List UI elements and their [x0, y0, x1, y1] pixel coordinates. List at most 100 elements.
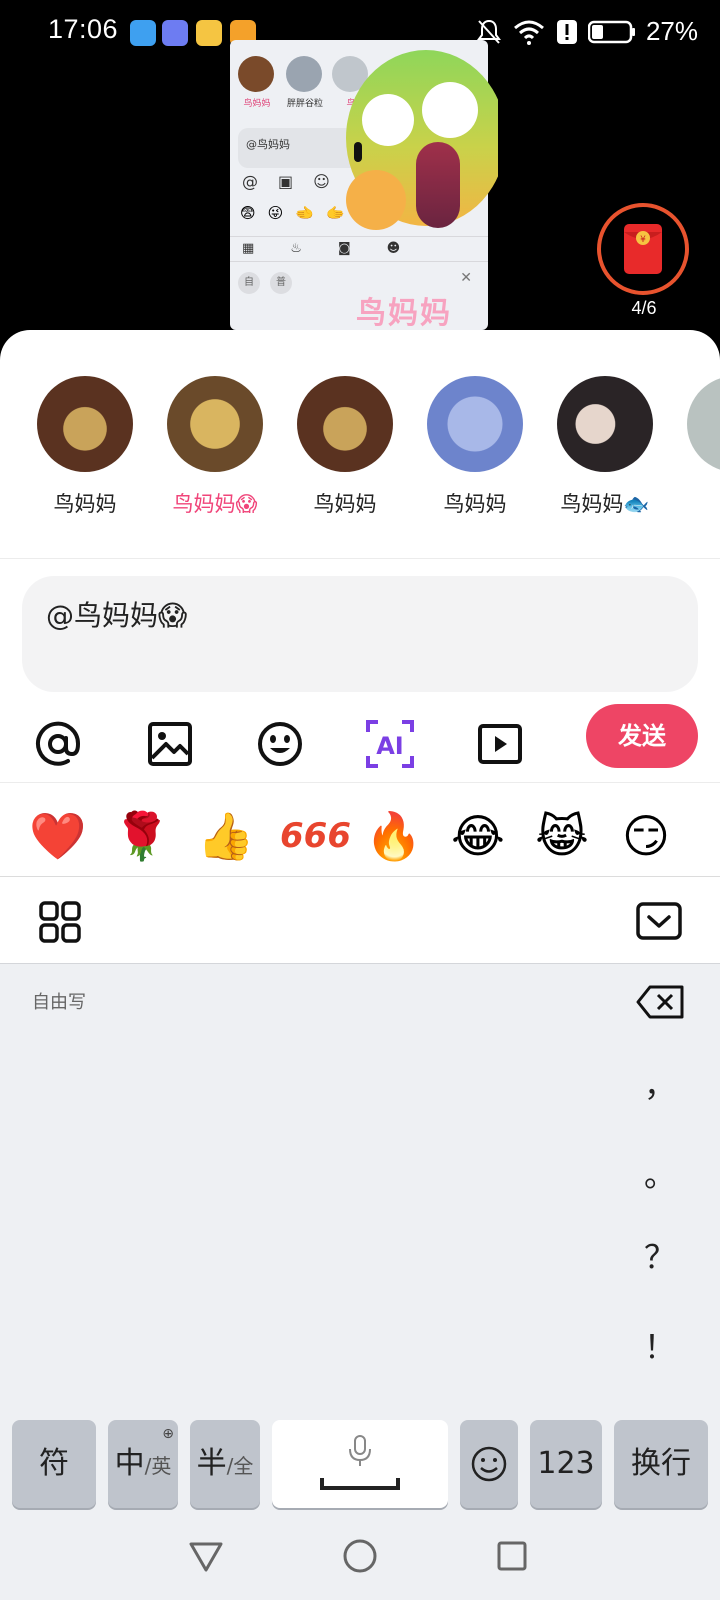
mention-suggestions[interactable]: 鸟妈妈 鸟妈妈😱 鸟妈妈 鸟妈妈 鸟妈妈🐟 鸟: [0, 330, 720, 560]
preview-sticker-text: 鸟妈妈: [356, 296, 452, 330]
preview-close-icon: ✕: [460, 270, 472, 286]
chinese-english-key[interactable]: 中/英 ⊕: [108, 1420, 178, 1508]
red-packet-counter: 4/6: [631, 298, 657, 318]
rolling-laugh-emoji[interactable]: 😹: [532, 806, 592, 866]
image-icon[interactable]: [144, 718, 196, 770]
messages-app-icon: [130, 20, 156, 46]
emoji-icon: [471, 1446, 507, 1482]
mention-name: 鸟妈妈: [443, 492, 507, 516]
browser-app-icon: [196, 20, 222, 46]
red-packet-icon[interactable]: ¥: [596, 202, 690, 296]
fire-emoji[interactable]: 🔥: [364, 806, 424, 866]
microphone-icon: [349, 1435, 371, 1466]
ai-icon[interactable]: AI: [364, 718, 416, 770]
question-key[interactable]: ？: [640, 1232, 680, 1278]
avatar: [37, 376, 133, 472]
mention-name: 鸟妈妈🐟: [560, 492, 650, 516]
mention-name: 鸟妈妈: [53, 492, 117, 516]
space-key[interactable]: [272, 1420, 448, 1508]
at-icon[interactable]: [32, 718, 84, 770]
comma-key[interactable]: ，: [640, 1060, 680, 1106]
globe-icon: ⊕: [162, 1426, 174, 1442]
preview-shirt-icon: ♨: [290, 241, 302, 256]
mention-item[interactable]: 鸟妈妈🐟: [550, 376, 660, 518]
home-icon[interactable]: [342, 1538, 378, 1574]
status-right: 27%: [476, 16, 698, 47]
back-icon[interactable]: [188, 1540, 224, 1574]
divider: [0, 876, 720, 877]
preview-emoji-icon: ☺: [313, 172, 330, 191]
avatar: [297, 376, 393, 472]
video-icon[interactable]: [474, 718, 526, 770]
red-packet-symbol: ¥: [640, 235, 646, 245]
666-emoji[interactable]: 666: [280, 806, 351, 866]
screaming-face-sticker: [346, 50, 498, 230]
emoji-key[interactable]: [460, 1420, 518, 1508]
panel-bar: [0, 878, 720, 964]
numbers-key[interactable]: 123: [530, 1420, 602, 1508]
quick-emoji-row: ❤️ 🌹 👍 666 🔥 😂 😹 😏: [0, 782, 720, 878]
emoji-icon[interactable]: [254, 718, 306, 770]
preview-panel-bar: ▦ ♨ ◙ ☻: [230, 236, 488, 262]
half-key-main: 半: [196, 1446, 227, 1481]
screen: 17:06 27% 鸟妈妈 胖胖谷粒 鸟 @鸟妈妈 @ ▣ ☺ 😨 😜 🫲 🫱 …: [0, 0, 720, 1600]
space-bar-icon: [320, 1478, 400, 1490]
mention-item[interactable]: 鸟妈妈: [290, 376, 400, 518]
preview-mode-button: 自: [238, 272, 260, 294]
avatar: [687, 376, 720, 472]
comment-sheet: 鸟妈妈 鸟妈妈😱 鸟妈妈 鸟妈妈 鸟妈妈🐟 鸟: [0, 330, 720, 1600]
music-app-icon: [162, 20, 188, 46]
battery-percent: 27%: [645, 16, 698, 46]
preview-toolbar: @ ▣ ☺: [242, 172, 330, 191]
mention-name: 鸟妈妈😱: [172, 492, 258, 516]
comment-input[interactable]: @鸟妈妈😱: [22, 576, 698, 692]
mention-item[interactable]: 鸟: [680, 376, 720, 518]
status-time: 17:06: [48, 14, 119, 44]
preview-name: 胖胖谷粒: [286, 99, 323, 109]
recents-icon[interactable]: [496, 1540, 528, 1572]
preview-emoji: 🫲: [295, 204, 314, 222]
keyboard-mode-label: 自由写: [32, 992, 86, 1013]
preview-emoji: 😨: [240, 204, 256, 222]
mention-item[interactable]: 鸟妈妈: [420, 376, 530, 518]
divider: [0, 558, 720, 559]
preview-emoji-row: 😨 😜 🫲 🫱: [240, 204, 345, 222]
mention-item[interactable]: 鸟妈妈: [30, 376, 140, 518]
ai-label: AI: [376, 732, 404, 760]
avatar: [167, 376, 263, 472]
preview-emoji: 😜: [267, 204, 284, 222]
preview-lower-buttons: 自 普: [238, 272, 292, 294]
navigation-bar: [0, 1510, 720, 1600]
grid-icon[interactable]: [38, 900, 82, 944]
half-full-key[interactable]: 半/全: [190, 1420, 260, 1508]
avatar: [557, 376, 653, 472]
alert-icon: [556, 19, 577, 44]
send-button[interactable]: 发送: [586, 704, 698, 768]
wifi-icon: [513, 20, 544, 45]
mention-name: 鸟: [680, 488, 720, 518]
laughing-tears-emoji[interactable]: 😂: [448, 806, 508, 866]
period-key[interactable]: 。: [640, 1150, 680, 1196]
preview-mode-button: 普: [270, 272, 292, 294]
preview-at-icon: @: [242, 172, 258, 191]
symbol-key[interactable]: 符: [12, 1420, 96, 1508]
preview-avatar: [238, 56, 274, 92]
collapse-keyboard-icon[interactable]: [636, 902, 682, 942]
heart-emoji[interactable]: ❤️: [28, 806, 88, 866]
mention-item[interactable]: 鸟妈妈😱: [160, 376, 270, 518]
cn-key-main: 中: [114, 1446, 145, 1481]
battery-icon: [587, 20, 635, 43]
smirk-emoji[interactable]: 😏: [616, 806, 676, 866]
preview-avatar-icon: ☻: [386, 241, 401, 256]
backspace-icon[interactable]: [636, 984, 686, 1020]
mention-name: 鸟妈妈: [313, 492, 377, 516]
preview-image-icon: ▣: [278, 172, 294, 191]
newline-key[interactable]: 换行: [614, 1420, 708, 1508]
exclamation-key[interactable]: ！: [640, 1322, 680, 1368]
thumbs-up-emoji[interactable]: 👍: [196, 806, 256, 866]
rose-emoji[interactable]: 🌹: [112, 806, 172, 866]
preview-grid-icon: ▦: [242, 241, 255, 256]
avatar: [427, 376, 523, 472]
half-key-sub: /全: [226, 1454, 254, 1478]
preview-name: 鸟妈妈: [243, 99, 271, 109]
